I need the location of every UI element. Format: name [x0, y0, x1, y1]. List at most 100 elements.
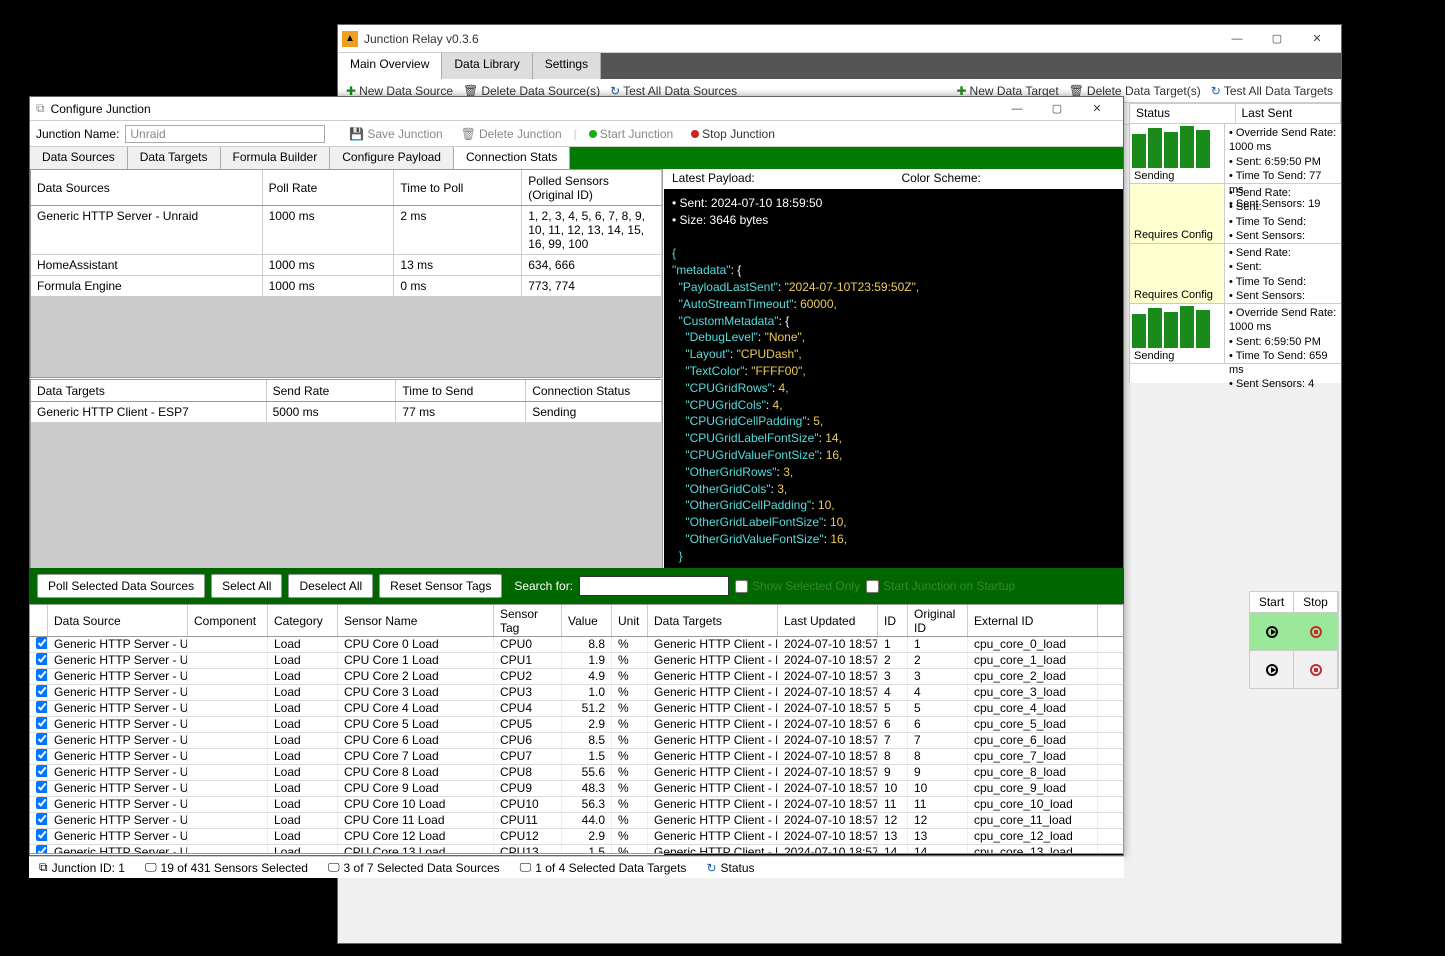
sensor-checkbox[interactable]: [36, 781, 48, 793]
sensor-row[interactable]: Generic HTTP Server - UnraidLoadCPU Core…: [30, 653, 1123, 669]
maximize-button[interactable]: ▢: [1257, 28, 1297, 50]
save-junction-button[interactable]: 💾Save Junction: [343, 127, 448, 141]
tab-connection-stats[interactable]: Connection Stats: [454, 147, 570, 169]
sensor-checkbox[interactable]: [36, 637, 48, 649]
reset-sensor-tags-button[interactable]: Reset Sensor Tags: [379, 574, 502, 598]
grid-col-header[interactable]: Unit: [612, 605, 648, 636]
start-button[interactable]: [1250, 651, 1294, 688]
close-button[interactable]: ✕: [1077, 98, 1117, 120]
stop-junction-button[interactable]: Stop Junction: [685, 127, 781, 141]
col-data-targets[interactable]: Data Targets: [31, 380, 267, 401]
tab-data-library[interactable]: Data Library: [442, 53, 532, 79]
search-input[interactable]: [579, 576, 729, 596]
grid-col-header[interactable]: Original ID: [908, 605, 968, 636]
junction-name-row: Junction Name: 💾Save Junction 🗑Delete Ju…: [30, 121, 1123, 147]
grid-col-header[interactable]: Data Targets: [648, 605, 778, 636]
maximize-button[interactable]: ▢: [1037, 98, 1077, 120]
grid-col-header[interactable]: Sensor Name: [338, 605, 494, 636]
sensor-row[interactable]: Generic HTTP Server - UnraidLoadCPU Core…: [30, 701, 1123, 717]
sensor-row[interactable]: Generic HTTP Server - UnraidLoadCPU Core…: [30, 765, 1123, 781]
sensor-checkbox[interactable]: [36, 653, 48, 665]
col-connection-status[interactable]: Connection Status: [526, 380, 662, 401]
sensor-checkbox[interactable]: [36, 733, 48, 745]
col-time-to-poll[interactable]: Time to Poll: [394, 170, 522, 205]
tab-formula-builder[interactable]: Formula Builder: [221, 147, 331, 169]
sensor-row[interactable]: Generic HTTP Server - UnraidLoadCPU Core…: [30, 813, 1123, 829]
tab-data-sources[interactable]: Data Sources: [30, 147, 128, 169]
grid-col-header[interactable]: External ID: [968, 605, 1098, 636]
sensor-row[interactable]: Generic HTTP Server - UnraidLoadCPU Core…: [30, 733, 1123, 749]
grid-col-header[interactable]: Sensor Tag: [494, 605, 562, 636]
deselect-all-button[interactable]: Deselect All: [288, 574, 373, 598]
sensor-row[interactable]: Generic HTTP Server - UnraidLoadCPU Core…: [30, 685, 1123, 701]
tab-main-overview[interactable]: Main Overview: [338, 53, 442, 79]
start-button[interactable]: [1250, 613, 1294, 650]
delete-junction-button[interactable]: 🗑Delete Junction: [455, 127, 568, 141]
col-status-header[interactable]: Status: [1130, 104, 1236, 123]
start-on-startup-check[interactable]: Start Junction on Startup: [866, 579, 1015, 593]
tab-data-targets[interactable]: Data Targets: [128, 147, 221, 169]
minimize-button[interactable]: —: [1217, 28, 1257, 50]
sensor-row[interactable]: Generic HTTP Server - UnraidLoadCPU Core…: [30, 797, 1123, 813]
sensor-checkbox[interactable]: [36, 685, 48, 697]
stop-icon: [1310, 626, 1322, 638]
main-titlebar[interactable]: ▲ Junction Relay v0.3.6 — ▢ ✕: [338, 25, 1341, 53]
stop-button[interactable]: [1294, 613, 1338, 650]
col-time-to-send[interactable]: Time to Send: [396, 380, 526, 401]
table-row[interactable]: HomeAssistant1000 ms13 ms634, 666: [31, 255, 662, 276]
col-data-sources[interactable]: Data Sources: [31, 170, 263, 205]
select-all-button[interactable]: Select All: [211, 574, 282, 598]
junction-row: [1249, 651, 1339, 689]
latest-payload-label: Latest Payload:: [664, 169, 894, 189]
grid-col-header[interactable]: ID: [878, 605, 908, 636]
grid-col-header[interactable]: [30, 605, 48, 636]
sensors-selected-status: 🖵19 of 431 Sensors Selected: [145, 860, 308, 875]
table-row[interactable]: Generic HTTP Server - Unraid1000 ms2 ms1…: [31, 206, 662, 255]
table-row[interactable]: Formula Engine1000 ms0 ms773, 774: [31, 276, 662, 297]
app-icon: ▲: [342, 31, 358, 47]
sensor-checkbox[interactable]: [36, 701, 48, 713]
junction-row-active: [1249, 613, 1339, 651]
col-send-rate[interactable]: Send Rate: [267, 380, 397, 401]
test-all-data-targets-button[interactable]: ↻Test All Data Targets: [1211, 84, 1333, 98]
sensor-checkbox[interactable]: [36, 829, 48, 841]
table-row[interactable]: Generic HTTP Client - ESP75000 ms77 msSe…: [31, 402, 662, 423]
sensor-row[interactable]: Generic HTTP Server - UnraidLoadCPU Core…: [30, 829, 1123, 845]
stop-button[interactable]: [1294, 651, 1338, 688]
show-selected-only-check[interactable]: Show Selected Only: [735, 579, 860, 593]
sensor-row[interactable]: Generic HTTP Server - UnraidLoadCPU Core…: [30, 717, 1123, 733]
close-button[interactable]: ✕: [1297, 28, 1337, 50]
minimize-button[interactable]: —: [997, 98, 1037, 120]
sensor-checkbox[interactable]: [36, 749, 48, 761]
sensor-row[interactable]: Generic HTTP Server - UnraidLoadCPU Core…: [30, 781, 1123, 797]
sensor-row[interactable]: Generic HTTP Server - UnraidLoadCPU Core…: [30, 637, 1123, 653]
col-stop[interactable]: Stop: [1294, 592, 1338, 612]
sensor-row[interactable]: Generic HTTP Server - UnraidLoadCPU Core…: [30, 749, 1123, 765]
grid-col-header[interactable]: Category: [268, 605, 338, 636]
color-scheme-label: Color Scheme:: [894, 169, 1124, 189]
targets-selected-status: 🖵1 of 4 Selected Data Targets: [520, 860, 687, 875]
col-polled-sensors[interactable]: Polled Sensors (Original ID): [522, 170, 662, 205]
configure-titlebar[interactable]: ⧉ Configure Junction — ▢ ✕: [30, 97, 1123, 121]
sensor-checkbox[interactable]: [36, 717, 48, 729]
start-junction-button[interactable]: Start Junction: [583, 127, 679, 141]
col-last-sent-header[interactable]: Last Sent: [1236, 104, 1342, 123]
sensor-row[interactable]: Generic HTTP Server - UnraidLoadCPU Core…: [30, 845, 1123, 853]
status-column: Status Last Sent SendingOverride Send Ra…: [1129, 103, 1341, 383]
grid-col-header[interactable]: Component: [188, 605, 268, 636]
grid-col-header[interactable]: Last Updated: [778, 605, 878, 636]
sensor-checkbox[interactable]: [36, 765, 48, 777]
sensor-checkbox[interactable]: [36, 813, 48, 825]
sensor-checkbox[interactable]: [36, 797, 48, 809]
junction-name-input[interactable]: [125, 125, 325, 143]
grid-col-header[interactable]: Value: [562, 605, 612, 636]
poll-selected-button[interactable]: Poll Selected Data Sources: [37, 574, 205, 598]
col-start[interactable]: Start: [1250, 592, 1294, 612]
sensor-checkbox[interactable]: [36, 669, 48, 681]
grid-col-header[interactable]: Data Source: [48, 605, 188, 636]
tab-settings[interactable]: Settings: [533, 53, 601, 79]
sensor-row[interactable]: Generic HTTP Server - UnraidLoadCPU Core…: [30, 669, 1123, 685]
tab-configure-payload[interactable]: Configure Payload: [330, 147, 454, 169]
sensor-checkbox[interactable]: [36, 845, 48, 853]
col-poll-rate[interactable]: Poll Rate: [263, 170, 395, 205]
